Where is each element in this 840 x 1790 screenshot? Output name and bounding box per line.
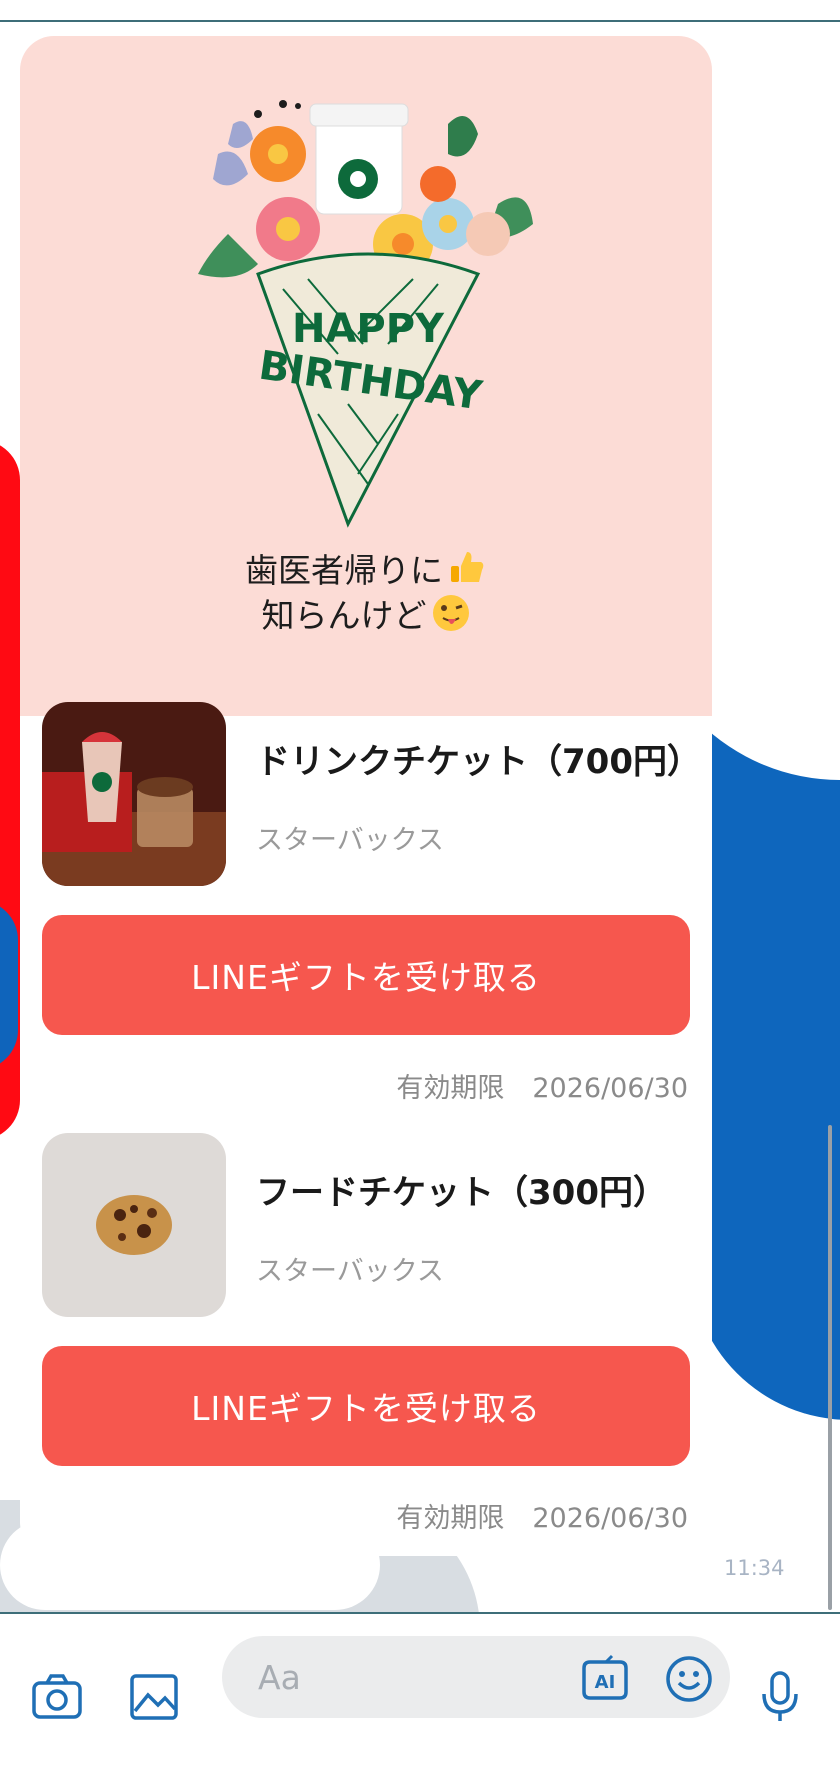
message-input-placeholder: Aa (258, 1658, 301, 1697)
tongue-face-icon (432, 595, 469, 631)
gift-title: フードチケット（300円） (256, 1173, 667, 1213)
message-composer: Aa AI (0, 1612, 840, 1790)
expiry-date: 2026/06/30 (532, 1503, 688, 1534)
emoji-icon[interactable] (664, 1654, 714, 1704)
gift-brand: スターバックス (256, 1256, 444, 1287)
cookie-photo-icon (42, 1133, 226, 1317)
birthday-card-header: HAPPY BIRTHDAY 歯医者帰りに 知らんけど (20, 36, 712, 716)
receive-gift-button[interactable]: LINEギフトを受け取る (42, 915, 690, 1035)
drink-thumbnail (42, 702, 226, 886)
svg-text:AI: AI (595, 1672, 616, 1693)
message-input[interactable]: Aa AI (222, 1636, 730, 1718)
gift-item-food[interactable]: フードチケット（300円） スターバックス (42, 1133, 690, 1319)
chat-screen: HAPPY BIRTHDAY 歯医者帰りに 知らんけど ドリンクチケット（700… (0, 0, 840, 1790)
expiry-label: 有効期限 (396, 1503, 505, 1534)
thumbs-up-icon (451, 552, 484, 582)
mic-button[interactable] (751, 1668, 809, 1726)
expiry-label: 有効期限 (396, 1073, 505, 1104)
drink-photo-icon (42, 702, 226, 886)
card-message-line-2: 知らんけど (20, 593, 712, 638)
camera-button[interactable] (28, 1668, 86, 1726)
chat-scrollbar[interactable] (828, 1125, 832, 1610)
gift-item-drink[interactable]: ドリンクチケット（700円） スターバックス (42, 702, 701, 888)
gift-expiry: 有効期限 2026/06/30 (396, 1066, 688, 1105)
birthday-bouquet-illustration: HAPPY BIRTHDAY (198, 100, 533, 528)
bouquet-text-happy: HAPPY (292, 306, 445, 352)
receive-gift-button[interactable]: LINEギフトを受け取る (42, 1346, 690, 1466)
header-divider (0, 20, 840, 22)
card-message: 歯医者帰りに 知らんけど (20, 548, 712, 638)
image-button[interactable] (125, 1668, 183, 1726)
card-message-line-1: 歯医者帰りに (20, 548, 712, 593)
gift-brand: スターバックス (256, 825, 444, 856)
gift-title: ドリンクチケット（700円） (256, 742, 701, 782)
expiry-date: 2026/06/30 (532, 1073, 688, 1104)
cookie-thumbnail (42, 1133, 226, 1317)
camera-icon (32, 1674, 82, 1719)
mic-icon (762, 1671, 798, 1721)
gift-expiry: 有効期限 2026/06/30 (396, 1496, 688, 1535)
ai-icon[interactable]: AI (580, 1654, 630, 1704)
image-icon (130, 1674, 178, 1720)
message-timestamp: 11:34 (724, 1556, 785, 1580)
